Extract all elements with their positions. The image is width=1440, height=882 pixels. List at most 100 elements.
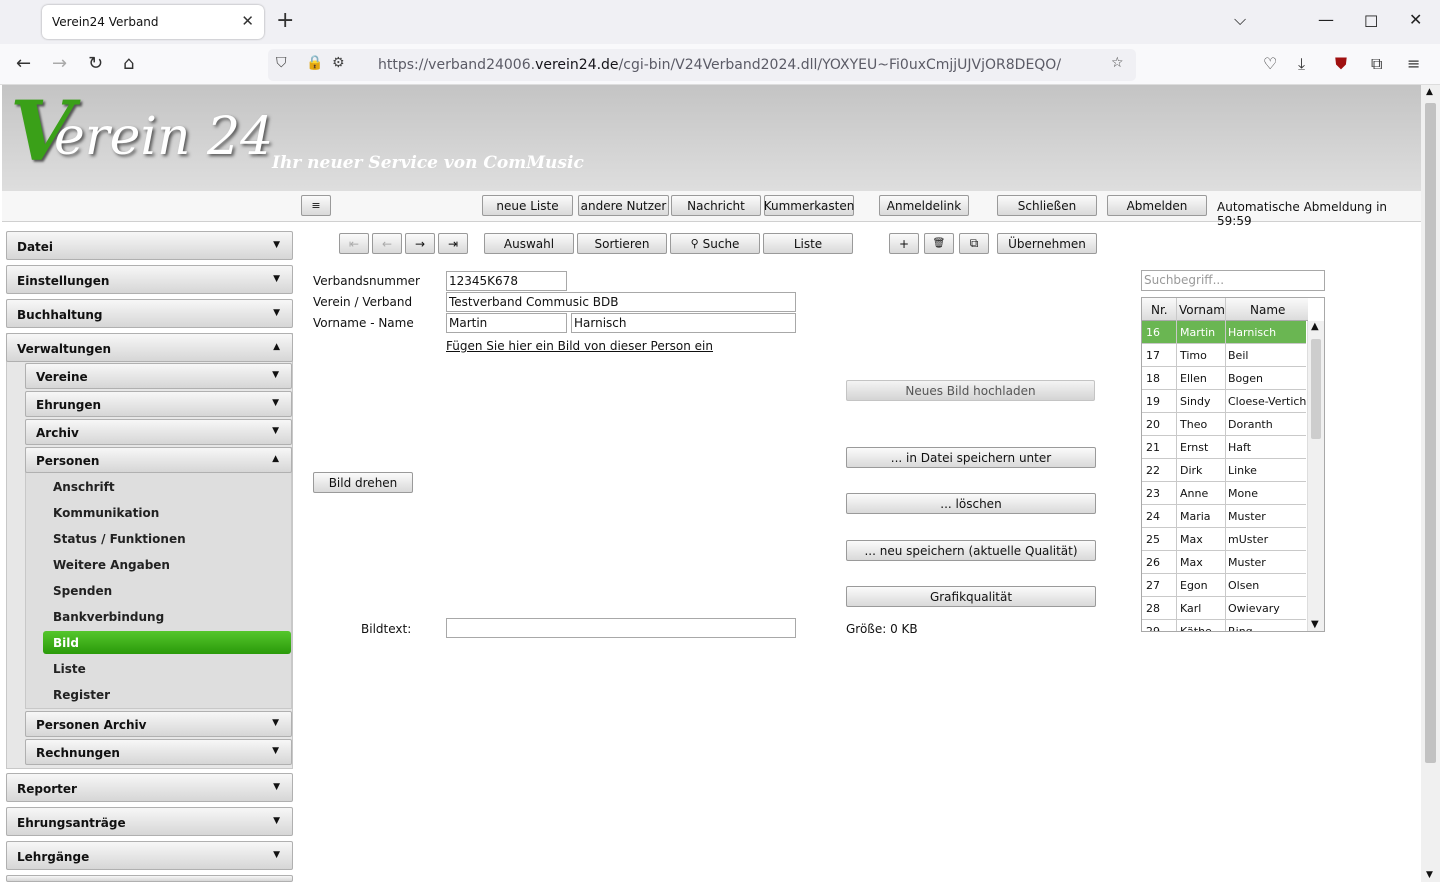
close-tab-icon[interactable]: ✕ — [241, 12, 254, 30]
download-icon[interactable]: ⤓ — [1298, 54, 1305, 74]
table-row[interactable]: 23 Anne Mone — [1142, 482, 1306, 505]
table-row[interactable]: 25 Max mUster — [1142, 528, 1306, 551]
sidebar-item-personen-archiv[interactable]: Personen Archiv ▼ — [25, 711, 292, 737]
column-nr[interactable]: Nr. — [1151, 303, 1168, 317]
sidebar-item-personen[interactable]: Personen ▲ — [25, 447, 292, 473]
next-record-button[interactable]: → — [405, 233, 435, 254]
scroll-down-icon[interactable]: ▼ — [1311, 619, 1319, 630]
sidebar-sub-anschrift[interactable]: Anschrift — [53, 480, 115, 494]
table-row[interactable]: 29 Käthe Ring — [1142, 620, 1306, 631]
nachname-field[interactable]: Harnisch — [571, 313, 796, 333]
bildtext-field[interactable] — [446, 618, 796, 638]
sidebar-item-archiv[interactable]: Archiv ▼ — [25, 419, 292, 445]
table-row[interactable]: 26 Max Muster — [1142, 551, 1306, 574]
table-row[interactable]: 27 Egon Olsen — [1142, 574, 1306, 597]
sortieren-button[interactable]: Sortieren — [577, 233, 667, 254]
sidebar-item-einstellungen[interactable]: Einstellungen ▼ — [6, 265, 293, 294]
grafikqualitaet-button[interactable]: Grafikqualität — [846, 586, 1096, 607]
extensions-icon[interactable]: ⧉ — [1371, 54, 1382, 74]
vorname-field[interactable]: Martin — [446, 313, 567, 333]
page-scroll-up-icon[interactable]: ▲ — [1426, 87, 1433, 97]
sidebar-sub-kommunikation[interactable]: Kommunikation — [53, 506, 159, 520]
shield-icon[interactable]: ⛉ — [276, 55, 287, 71]
menu-toggle-button[interactable]: ≡ — [301, 195, 331, 216]
sidebar-item-reporter[interactable]: Reporter ▼ — [6, 773, 293, 802]
sidebar-item-ehrungsantraege[interactable]: Ehrungsanträge ▼ — [6, 807, 293, 836]
page-scroll-down-icon[interactable]: ▼ — [1426, 870, 1433, 880]
table-row[interactable]: 24 Maria Muster — [1142, 505, 1306, 528]
ublock-icon[interactable]: ⛊ — [1335, 54, 1347, 74]
browser-tab[interactable]: Verein24 Verband ✕ — [42, 5, 264, 39]
kummerkasten-button[interactable]: Kummerkasten — [764, 195, 854, 216]
page-scroll-thumb[interactable] — [1425, 103, 1436, 763]
anmeldelink-button[interactable]: Anmeldelink — [879, 195, 969, 216]
neue-liste-button[interactable]: neue Liste — [482, 195, 573, 216]
first-record-button[interactable]: ⇤ — [339, 233, 369, 254]
column-name[interactable]: Name — [1250, 303, 1285, 317]
sidebar-sub-status-funktionen[interactable]: Status / Funktionen — [53, 532, 186, 546]
reload-icon[interactable]: ↻ — [88, 53, 103, 74]
column-vorname[interactable]: Vornam — [1179, 303, 1225, 317]
bookmark-star-icon[interactable]: ☆ — [1111, 55, 1124, 71]
home-icon[interactable]: ⌂ — [123, 53, 134, 74]
search-input[interactable]: Suchbegriff... — [1141, 270, 1325, 291]
abmelden-button[interactable]: Abmelden — [1107, 195, 1207, 216]
sidebar-sub-spenden[interactable]: Spenden — [53, 584, 112, 598]
table-row[interactable]: 21 Ernst Haft — [1142, 436, 1306, 459]
back-icon[interactable]: ← — [16, 53, 31, 74]
page-scrollbar[interactable]: ▲ ▼ — [1421, 85, 1440, 882]
bild-einfuegen-link[interactable]: Fügen Sie hier ein Bild von dieser Perso… — [446, 339, 713, 353]
auswahl-button[interactable]: Auswahl — [484, 233, 574, 254]
forward-icon[interactable]: → — [52, 53, 67, 74]
sidebar-item-rechnungen[interactable]: Rechnungen ▼ — [25, 739, 292, 765]
pocket-icon[interactable]: ♡ — [1263, 54, 1277, 73]
speichern-unter-button[interactable]: ... in Datei speichern unter — [846, 447, 1096, 468]
scroll-up-icon[interactable]: ▲ — [1311, 321, 1319, 332]
sidebar-sub-register[interactable]: Register — [53, 688, 110, 702]
neu-speichern-button[interactable]: ... neu speichern (aktuelle Qualität) — [846, 540, 1096, 561]
schliessen-button[interactable]: Schließen — [997, 195, 1097, 216]
liste-button[interactable]: Liste — [763, 233, 853, 254]
table-row[interactable]: 22 Dirk Linke — [1142, 459, 1306, 482]
sidebar-sub-liste[interactable]: Liste — [53, 662, 86, 676]
sidebar-sub-bankverbindung[interactable]: Bankverbindung — [53, 610, 164, 624]
table-row[interactable]: 28 Karl Owievary — [1142, 597, 1306, 620]
window-close-icon[interactable]: ✕ — [1409, 10, 1422, 29]
table-row[interactable]: 17 Timo Beil — [1142, 344, 1306, 367]
sidebar-item-lehrgaenge[interactable]: Lehrgänge ▼ — [6, 841, 293, 870]
verein-field[interactable]: Testverband Commusic BDB — [446, 292, 796, 312]
last-record-button[interactable]: ⇥ — [438, 233, 468, 254]
list-scroll-thumb[interactable] — [1311, 339, 1321, 439]
table-row[interactable]: 19 Sindy Cloese-Vertich — [1142, 390, 1306, 413]
new-tab-icon[interactable]: + — [276, 8, 294, 33]
loeschen-button[interactable]: ... löschen — [846, 493, 1096, 514]
nachricht-button[interactable]: Nachricht — [671, 195, 761, 216]
url-bar[interactable]: ⛉ 🔒 ⚙ https://verband24006.verein24.de/c… — [268, 49, 1136, 81]
menu-icon[interactable]: ≡ — [1407, 54, 1420, 73]
sidebar-item-more[interactable] — [6, 875, 293, 882]
sidebar-sub-bild-active[interactable] — [43, 631, 291, 654]
sidebar-item-ehrungen[interactable]: Ehrungen ▼ — [25, 391, 292, 417]
permissions-icon[interactable]: ⚙ — [332, 55, 345, 71]
neues-bild-hochladen-button[interactable]: Neues Bild hochladen — [846, 380, 1095, 401]
sidebar-item-vereine[interactable]: Vereine ▼ — [25, 363, 292, 389]
andere-nutzer-button[interactable]: andere Nutzer — [578, 195, 669, 216]
uebernehmen-button[interactable]: Übernehmen — [997, 233, 1097, 254]
delete-record-button[interactable]: 🗑 — [924, 233, 954, 254]
table-row[interactable]: 16 Martin Harnisch — [1142, 321, 1306, 344]
prev-record-button[interactable]: ← — [372, 233, 402, 254]
bild-drehen-button[interactable]: Bild drehen — [313, 472, 413, 493]
lock-icon[interactable]: 🔒 — [306, 55, 323, 71]
copy-record-button[interactable]: ⧉ — [959, 233, 989, 254]
sidebar-item-datei[interactable]: Datei ▼ — [6, 231, 293, 260]
table-row[interactable]: 20 Theo Doranth — [1142, 413, 1306, 436]
sidebar-item-buchhaltung[interactable]: Buchhaltung ▼ — [6, 299, 293, 328]
add-record-button[interactable]: + — [889, 233, 919, 254]
minimize-icon[interactable]: — — [1318, 10, 1334, 29]
suche-button[interactable]: ⚲ Suche — [670, 233, 760, 254]
maximize-icon[interactable]: ☐ — [1364, 12, 1378, 31]
table-row[interactable]: 18 Ellen Bogen — [1142, 367, 1306, 390]
list-scrollbar[interactable]: ▲ ▼ — [1307, 321, 1324, 631]
sidebar-item-verwaltungen[interactable]: Verwaltungen ▲ — [6, 333, 293, 362]
verbandsnummer-field[interactable]: 12345K678 — [446, 271, 567, 291]
